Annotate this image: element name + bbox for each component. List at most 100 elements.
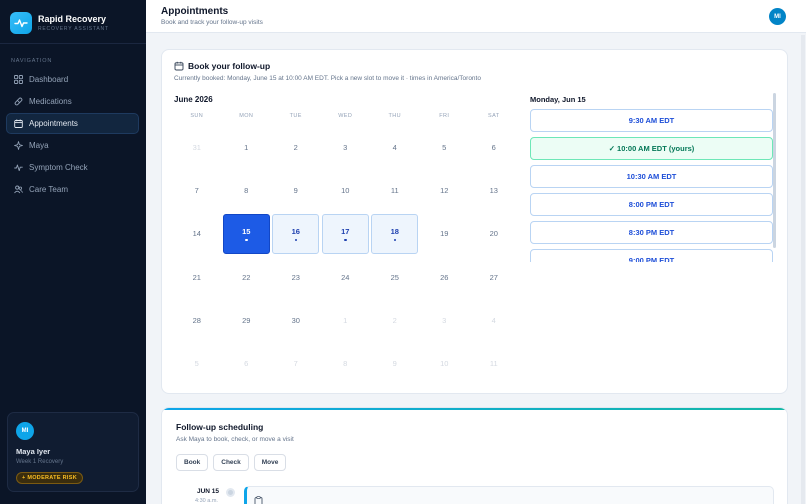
calendar-day-available[interactable]: 17 [321, 213, 369, 254]
day-number: 28 [192, 315, 201, 325]
sidebar-item-dashboard[interactable]: Dashboard [6, 69, 139, 90]
calendar-day[interactable]: 3 [322, 128, 369, 168]
brand[interactable]: Rapid Recovery RECOVERY ASSISTANT [10, 12, 109, 34]
day-number: 13 [489, 186, 498, 196]
calendar-day[interactable]: 1 [223, 128, 270, 168]
calendar-cell: 29 [222, 299, 272, 342]
user-card[interactable]: MI Maya Iyer Week 1 Recovery + MODERATE … [7, 412, 139, 492]
calendar-cell: 26 [420, 256, 470, 299]
calendar-cell: 22 [222, 256, 272, 299]
calendar-day[interactable]: 30 [272, 300, 319, 340]
calendar-day: 10 [421, 344, 468, 384]
day-number: 26 [440, 272, 449, 282]
calendar-day[interactable]: 2 [272, 128, 319, 168]
calendar-day-selected[interactable]: 15 [222, 213, 270, 254]
calendar-day[interactable]: 7 [173, 171, 220, 211]
day-number: 10 [440, 359, 449, 369]
grid-icon [13, 75, 23, 85]
calendar-cell: 28 [172, 299, 222, 342]
user-avatar: MI [16, 422, 34, 440]
calendar-cell: 4 [469, 299, 519, 342]
sidebar-item-medications[interactable]: Medications [6, 91, 139, 112]
day-number: 23 [291, 272, 300, 282]
calendar-day[interactable]: 12 [421, 171, 468, 211]
calendar-day[interactable]: 8 [223, 171, 270, 211]
calendar-icon [174, 61, 184, 71]
calendar-day[interactable]: 23 [272, 257, 319, 297]
calendar-day[interactable]: 24 [322, 257, 369, 297]
sidebar-item-label: Care Team [29, 185, 68, 194]
calendar-day[interactable]: 14 [173, 214, 220, 254]
sidebar-item-maya[interactable]: Maya [6, 135, 139, 156]
day-number: 19 [440, 229, 449, 239]
calendar-day[interactable]: 4 [371, 128, 418, 168]
slots-scrollbar[interactable] [773, 93, 776, 248]
day-number: 7 [293, 359, 298, 369]
calendar-day: 31 [173, 128, 220, 168]
calendar-cell: 13 [469, 169, 519, 212]
sidebar-item-label: Appointments [29, 119, 78, 128]
calendar-day: 3 [421, 300, 468, 340]
heartbeat-logo-icon [10, 12, 32, 34]
day-number: 4 [491, 315, 496, 325]
sidebar-item-appointments[interactable]: Appointments [6, 113, 139, 134]
followup-accent-bar [162, 408, 787, 410]
header-avatar[interactable]: MI [769, 8, 786, 25]
calendar-day[interactable]: 27 [470, 257, 517, 297]
time-slot-button[interactable]: 10:30 AM EDT [530, 165, 773, 188]
calendar-day[interactable]: 10 [322, 171, 369, 211]
calendar-cell: 18 [370, 212, 420, 255]
time-slot-button[interactable]: 8:00 PM EDT [530, 193, 773, 216]
timeline-entry[interactable] [244, 486, 774, 504]
calendar-day[interactable]: 28 [173, 300, 220, 340]
time-slot-current[interactable]: ✓ 10:00 AM EDT (yours) [530, 137, 773, 160]
time-slot-button[interactable]: 8:30 PM EDT [530, 221, 773, 244]
day-number: 11 [489, 359, 498, 369]
calendar-day[interactable]: 13 [470, 171, 517, 211]
booking-title-text: Book your follow-up [188, 61, 271, 71]
sidebar-item-care-team[interactable]: Care Team [6, 179, 139, 200]
calendar-day-available[interactable]: 18 [371, 213, 419, 254]
day-number: 6 [491, 143, 496, 153]
sidebar-item-label: Maya [29, 141, 49, 150]
check-button[interactable]: Check [213, 454, 249, 471]
time-slot-button[interactable]: 9:00 PM EDT [530, 249, 773, 262]
brand-tagline: RECOVERY ASSISTANT [38, 26, 109, 32]
calendar-cell: 2 [370, 299, 420, 342]
calendar-cell: 5 [420, 126, 470, 169]
calendar-cell: 5 [172, 342, 222, 385]
calendar-day: 7 [272, 344, 319, 384]
calendar-cell: 10 [420, 342, 470, 385]
calendar-day[interactable]: 26 [421, 257, 468, 297]
calendar-day[interactable]: 20 [470, 214, 517, 254]
main-scrollbar[interactable] [801, 35, 805, 504]
day-number: 27 [489, 272, 498, 282]
sidebar-item-symptom-check[interactable]: Symptom Check [6, 157, 139, 178]
day-number: 29 [242, 315, 251, 325]
move-button[interactable]: Move [253, 454, 287, 471]
day-number: 16 [291, 226, 300, 236]
day-number: 14 [192, 229, 201, 239]
calendar-day: 5 [173, 344, 220, 384]
calendar-day[interactable]: 6 [470, 128, 517, 168]
day-number: 8 [343, 359, 348, 369]
calendar-day[interactable]: 5 [421, 128, 468, 168]
calendar-day[interactable]: 21 [173, 257, 220, 297]
calendar-day[interactable]: 19 [421, 214, 468, 254]
calendar-day[interactable]: 11 [371, 171, 418, 211]
calendar-day[interactable]: 9 [272, 171, 319, 211]
calendar-day[interactable]: 22 [223, 257, 270, 297]
day-number: 12 [440, 186, 449, 196]
calendar-day[interactable]: 25 [371, 257, 418, 297]
calendar-cell: 20 [469, 212, 519, 255]
calendar-day-available[interactable]: 16 [272, 213, 320, 254]
calendar-day[interactable]: 29 [223, 300, 270, 340]
time-slot-button[interactable]: 9:30 AM EDT [530, 109, 773, 132]
calendar-cell: 27 [469, 256, 519, 299]
page-title: Appointments [161, 6, 229, 17]
day-number: 3 [442, 315, 447, 325]
book-button[interactable]: Book [176, 454, 209, 471]
day-number: 18 [390, 226, 399, 236]
calendar-cell: 3 [321, 126, 371, 169]
calendar-cell: 3 [420, 299, 470, 342]
